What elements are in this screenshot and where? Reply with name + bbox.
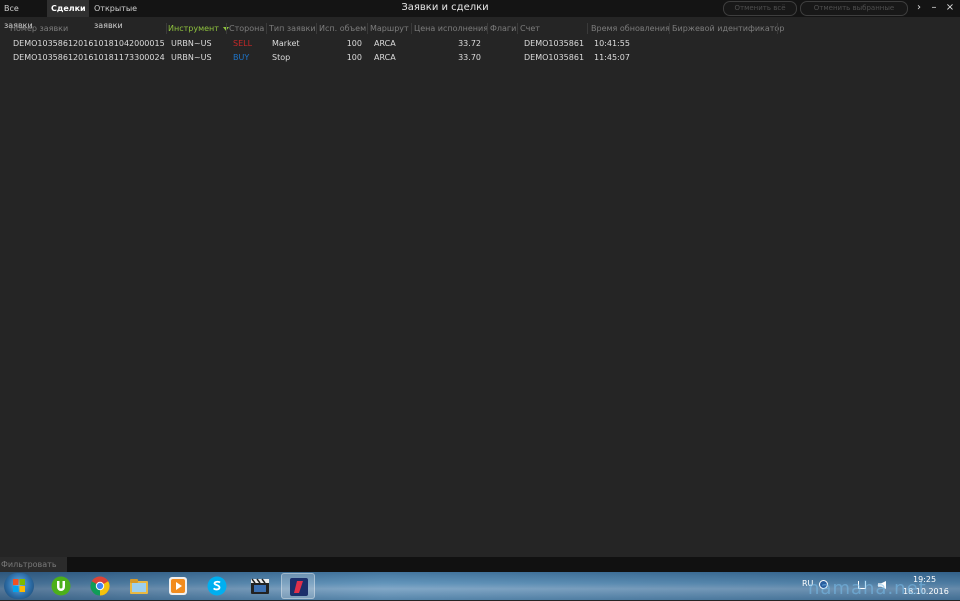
watermark: namaha.net [808,578,927,599]
tab-open-orders[interactable]: Открытые заявки [90,0,168,30]
orders-trades-window: Все заявки Сделки Открытые заявки Заявки… [0,0,960,584]
chrome-icon[interactable] [83,573,117,599]
cell-account: DEMO1035861 [524,53,585,62]
cell-instrument: URBN~US [171,53,212,62]
column-divider[interactable] [367,23,368,34]
cell-update-time: 10:41:55 [594,39,630,48]
filter-label: Фильтровать по [0,557,67,584]
column-order-type[interactable]: Тип заявки [269,22,316,35]
column-fill-price[interactable]: Цена исполнения [414,22,488,35]
cancel-selected-button[interactable]: Отменить выбранные [800,1,908,16]
table-row[interactable]: DEMO1035861201610181173300024 URBN~US BU… [0,51,960,65]
column-filled-qty[interactable]: Исп. объем [319,22,366,35]
filter-input[interactable] [67,557,960,572]
media-classic-icon[interactable] [243,573,277,599]
column-account[interactable]: Счет [520,22,540,35]
column-side[interactable]: Сторона [229,22,264,35]
column-divider[interactable] [226,23,227,34]
cell-fill-price: 33.70 [458,53,481,62]
column-divider[interactable] [487,23,488,34]
column-order-number[interactable]: Номер заявки [10,22,68,35]
column-flags[interactable]: Флаги [490,22,516,35]
column-divider[interactable] [411,23,412,34]
utorrent-icon[interactable] [44,573,78,599]
cancel-all-button[interactable]: Отменить всё [723,1,797,16]
column-divider[interactable] [517,23,518,34]
column-divider[interactable] [316,23,317,34]
column-divider[interactable] [669,23,670,34]
title-bar: Все заявки Сделки Открытые заявки Заявки… [0,0,960,30]
minimize-icon[interactable]: – [926,0,942,17]
windows-start-icon[interactable] [4,573,34,599]
skype-icon[interactable] [200,573,234,599]
cell-order-type: Stop [272,53,291,62]
column-route[interactable]: Маршрут [370,22,409,35]
cell-order-number: DEMO1035861201610181173300024 [13,53,165,62]
trading-app-icon[interactable] [281,573,315,599]
cell-route: ARCA [374,53,396,62]
cell-route: ARCA [374,39,396,48]
cell-order-number: DEMO1035861201610181042000015 [13,39,165,48]
column-divider[interactable] [166,23,167,34]
column-divider[interactable] [587,23,588,34]
tab-trades[interactable]: Сделки [47,0,89,17]
cell-side: SELL [233,39,253,48]
tab-all-orders[interactable]: Все заявки [0,0,46,30]
file-explorer-icon[interactable] [122,573,156,599]
cell-account: DEMO1035861 [524,39,585,48]
column-instrument-label: Инструмент [168,24,219,33]
cell-instrument: URBN~US [171,39,212,48]
filter-bar: Фильтровать по [0,557,960,584]
cell-fill-price: 33.72 [458,39,481,48]
column-divider[interactable] [266,23,267,34]
cell-filled-qty: 100 [346,39,362,48]
cell-side: BUY [233,53,250,62]
expand-icon[interactable]: › [911,0,927,17]
cell-filled-qty: 100 [346,53,362,62]
column-exchange-id[interactable]: Биржевой идентификатор [672,22,784,35]
cell-update-time: 11:45:07 [594,53,630,62]
column-update-time[interactable]: Время обновления [591,22,670,35]
column-instrument[interactable]: Инструмент [168,22,230,35]
media-player-icon[interactable] [161,573,195,599]
table-header: Номер заявки Инструмент Сторона Тип заяв… [0,22,960,35]
cell-order-type: Market [272,39,300,48]
table-row[interactable]: DEMO1035861201610181042000015 URBN~US SE… [0,37,960,51]
window-title: Заявки и сделки [401,2,489,13]
close-icon[interactable]: × [942,0,958,17]
column-divider[interactable] [777,23,778,34]
